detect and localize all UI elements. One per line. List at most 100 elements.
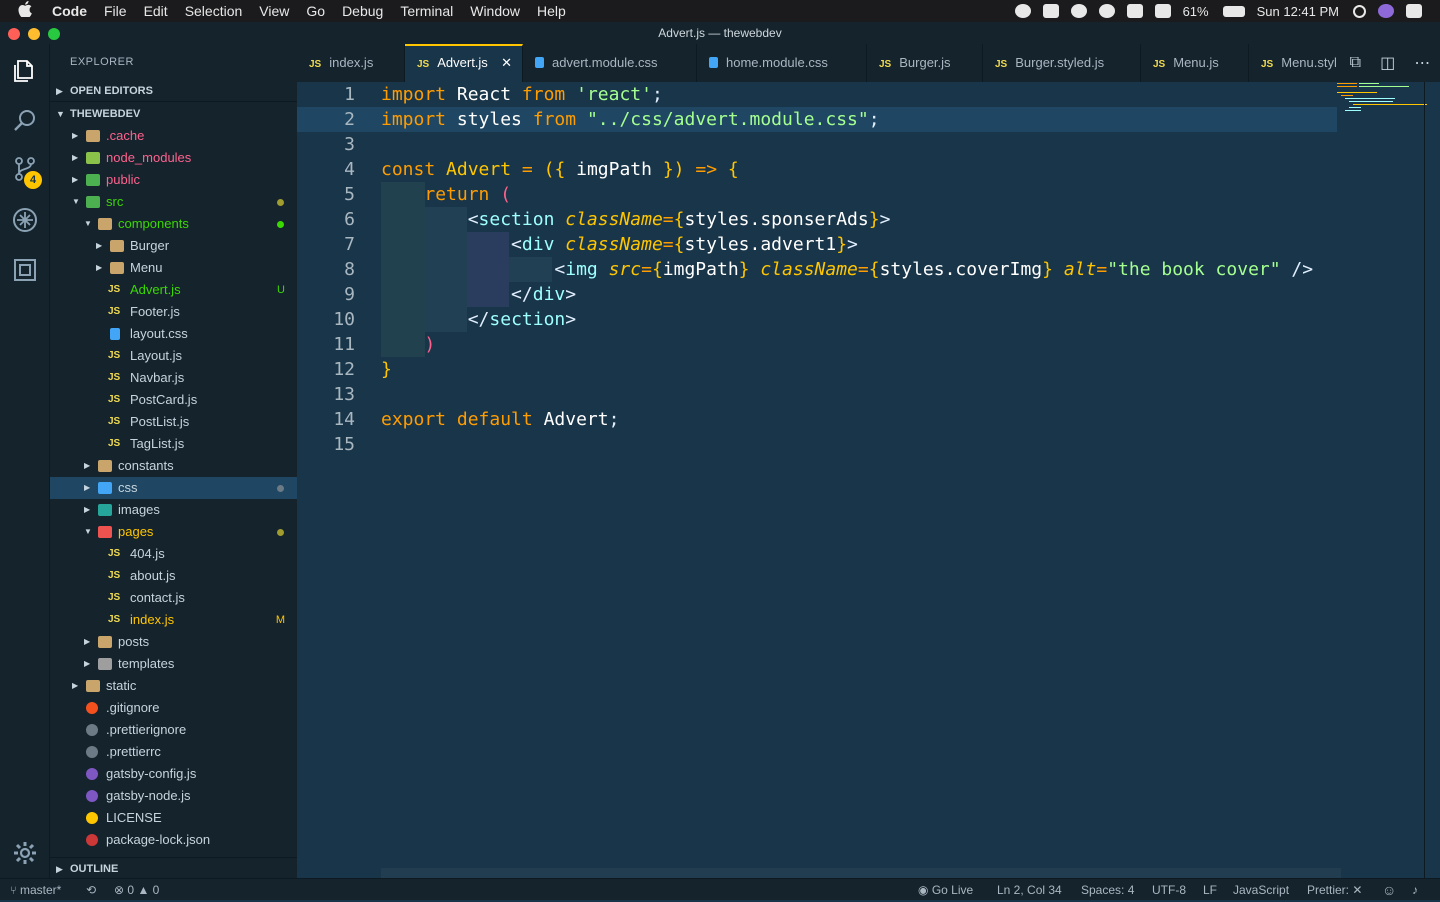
tab-burger-styled-js[interactable]: JS Burger.styled.js bbox=[983, 44, 1141, 82]
tree-item-postcard-js[interactable]: JS PostCard.js bbox=[50, 389, 297, 411]
code-line[interactable]: 2 import styles from "../css/advert.modul… bbox=[297, 107, 1337, 132]
menu-view[interactable]: View bbox=[259, 3, 289, 19]
tree-item-postlist-js[interactable]: JS PostList.js bbox=[50, 411, 297, 433]
sync-icon[interactable]: ⟲ bbox=[86, 879, 96, 901]
tree-item-posts[interactable]: ▶ posts bbox=[50, 631, 297, 653]
tree-item-public[interactable]: ▶ public bbox=[50, 169, 297, 191]
notification-center-icon[interactable] bbox=[1406, 4, 1422, 18]
horizontal-scrollbar[interactable] bbox=[381, 868, 1341, 878]
menu-window[interactable]: Window bbox=[470, 3, 520, 19]
extensions-icon[interactable] bbox=[12, 257, 38, 283]
tree-item-prettierrc[interactable]: .prettierrc bbox=[50, 741, 297, 763]
tree-item-index-js[interactable]: JS index.js M bbox=[50, 609, 297, 631]
menu-go[interactable]: Go bbox=[306, 3, 325, 19]
tree-item-node-modules[interactable]: ▶ node_modules bbox=[50, 147, 297, 169]
settings-gear-icon[interactable] bbox=[12, 840, 38, 866]
code-line[interactable]: 9 </div> bbox=[297, 282, 1337, 307]
tree-item-contact-js[interactable]: JS contact.js bbox=[50, 587, 297, 609]
tree-item-burger[interactable]: ▶ Burger bbox=[50, 235, 297, 257]
code-line[interactable]: 15 bbox=[297, 432, 1337, 457]
docker-icon[interactable] bbox=[1042, 4, 1059, 18]
tree-item-package-lock-json[interactable]: package-lock.json bbox=[50, 829, 297, 851]
tree-item-cache[interactable]: ▶ .cache bbox=[50, 125, 297, 147]
tree-item-navbar-js[interactable]: JS Navbar.js bbox=[50, 367, 297, 389]
tab-advert-js[interactable]: JS Advert.js ✕ bbox=[405, 44, 523, 82]
tree-item-pages[interactable]: ▼ pages bbox=[50, 521, 297, 543]
menu-terminal[interactable]: Terminal bbox=[400, 3, 453, 19]
tree-item-gatsby-config-js[interactable]: gatsby-config.js bbox=[50, 763, 297, 785]
code-line[interactable]: 4 const Advert = ({ imgPath }) => { bbox=[297, 157, 1337, 182]
menu-debug[interactable]: Debug bbox=[342, 3, 383, 19]
language-mode[interactable]: JavaScript bbox=[1233, 879, 1289, 901]
tree-item-prettierignore[interactable]: .prettierignore bbox=[50, 719, 297, 741]
code-line[interactable]: 11 ) bbox=[297, 332, 1337, 357]
tab-menu-js[interactable]: JS Menu.js bbox=[1141, 44, 1249, 82]
code-editor[interactable]: 1 import React from 'react'; 2 import style… bbox=[297, 82, 1440, 878]
explorer-icon[interactable] bbox=[12, 58, 38, 84]
prettier-status[interactable]: Prettier: ✕ bbox=[1307, 879, 1362, 901]
battery-icon[interactable] bbox=[1222, 5, 1245, 17]
cloud-icon[interactable] bbox=[1070, 4, 1087, 18]
minimap[interactable] bbox=[1337, 82, 1427, 112]
time-machine-icon[interactable] bbox=[1098, 4, 1115, 18]
siri-icon[interactable] bbox=[1378, 4, 1394, 18]
code-line[interactable]: 5 return ( bbox=[297, 182, 1337, 207]
tree-item-gatsby-node-js[interactable]: gatsby-node.js bbox=[50, 785, 297, 807]
tree-item-about-js[interactable]: JS about.js bbox=[50, 565, 297, 587]
tree-item-components[interactable]: ▼ components bbox=[50, 213, 297, 235]
code-line[interactable]: 7 <div className={styles.advert1}> bbox=[297, 232, 1337, 257]
tree-item-footer-js[interactable]: JS Footer.js bbox=[50, 301, 297, 323]
wifi-icon[interactable] bbox=[1126, 4, 1143, 18]
project-section[interactable]: ▼ THEWEBDEV bbox=[50, 103, 297, 125]
tree-item-advert-js[interactable]: JS Advert.js U bbox=[50, 279, 297, 301]
spotlight-search-icon[interactable] bbox=[1353, 4, 1366, 18]
code-line[interactable]: 3 bbox=[297, 132, 1337, 157]
menu-help[interactable]: Help bbox=[537, 3, 566, 19]
split-editor-icon[interactable]: ◫ bbox=[1380, 53, 1395, 73]
eol-status[interactable]: LF bbox=[1203, 879, 1217, 901]
tree-item-menu[interactable]: ▶ Menu bbox=[50, 257, 297, 279]
minimize-window-button[interactable] bbox=[28, 28, 40, 40]
encoding-status[interactable]: UTF-8 bbox=[1152, 879, 1186, 901]
code-line[interactable]: 1 import React from 'react'; bbox=[297, 82, 1337, 107]
open-editors-section[interactable]: ▶ OPEN EDITORS bbox=[50, 80, 297, 102]
tree-item-css[interactable]: ▶ css bbox=[50, 477, 297, 499]
indentation-status[interactable]: Spaces: 4 bbox=[1081, 879, 1134, 901]
menu-edit[interactable]: Edit bbox=[144, 3, 168, 19]
zoom-window-button[interactable] bbox=[48, 28, 60, 40]
cursor-position[interactable]: Ln 2, Col 34 bbox=[997, 879, 1062, 901]
open-changes-icon[interactable]: ⧉ bbox=[1350, 54, 1361, 72]
tree-item-static[interactable]: ▶ static bbox=[50, 675, 297, 697]
branch-status[interactable]: ⑂ master* bbox=[10, 879, 61, 902]
more-actions-icon[interactable]: ⋯ bbox=[1414, 53, 1430, 73]
code-line[interactable]: 10 </section> bbox=[297, 307, 1337, 332]
problems-status[interactable]: ⊗ 0 ▲ 0 bbox=[114, 879, 159, 901]
tab-home-module-css[interactable]: home.module.css bbox=[697, 44, 867, 82]
apple-icon[interactable] bbox=[18, 1, 38, 21]
tab-menu-styl[interactable]: JS Menu.styl bbox=[1249, 44, 1341, 82]
debug-icon[interactable] bbox=[12, 207, 38, 233]
code-line[interactable]: 14 export default Advert; bbox=[297, 407, 1337, 432]
feedback-smiley-icon[interactable]: ☺ bbox=[1382, 879, 1396, 901]
tree-item-taglist-js[interactable]: JS TagList.js bbox=[50, 433, 297, 455]
notifications-bell-icon[interactable]: ♪ bbox=[1412, 879, 1418, 901]
code-line[interactable]: 12} bbox=[297, 357, 1337, 382]
close-window-button[interactable] bbox=[8, 28, 20, 40]
menu-file[interactable]: File bbox=[104, 3, 127, 19]
tree-item-templates[interactable]: ▶ templates bbox=[50, 653, 297, 675]
tree-item-images[interactable]: ▶ images bbox=[50, 499, 297, 521]
code-line[interactable]: 13 bbox=[297, 382, 1337, 407]
tab-index-js[interactable]: JS index.js bbox=[297, 44, 405, 82]
tree-item-layout-js[interactable]: JS Layout.js bbox=[50, 345, 297, 367]
volume-icon[interactable] bbox=[1154, 4, 1171, 18]
outline-section[interactable]: ▶ OUTLINE bbox=[50, 857, 297, 879]
menu-app-code[interactable]: Code bbox=[52, 3, 87, 19]
tree-item-404-js[interactable]: JS 404.js bbox=[50, 543, 297, 565]
tab-advert-module-css[interactable]: advert.module.css bbox=[523, 44, 697, 82]
menu-selection[interactable]: Selection bbox=[185, 3, 243, 19]
check-icon[interactable] bbox=[1014, 4, 1031, 18]
go-live-button[interactable]: ◉ Go Live bbox=[918, 879, 973, 901]
tab-burger-js[interactable]: JS Burger.js bbox=[867, 44, 983, 82]
close-tab-icon[interactable]: ✕ bbox=[501, 46, 512, 80]
tree-item-license[interactable]: LICENSE bbox=[50, 807, 297, 829]
